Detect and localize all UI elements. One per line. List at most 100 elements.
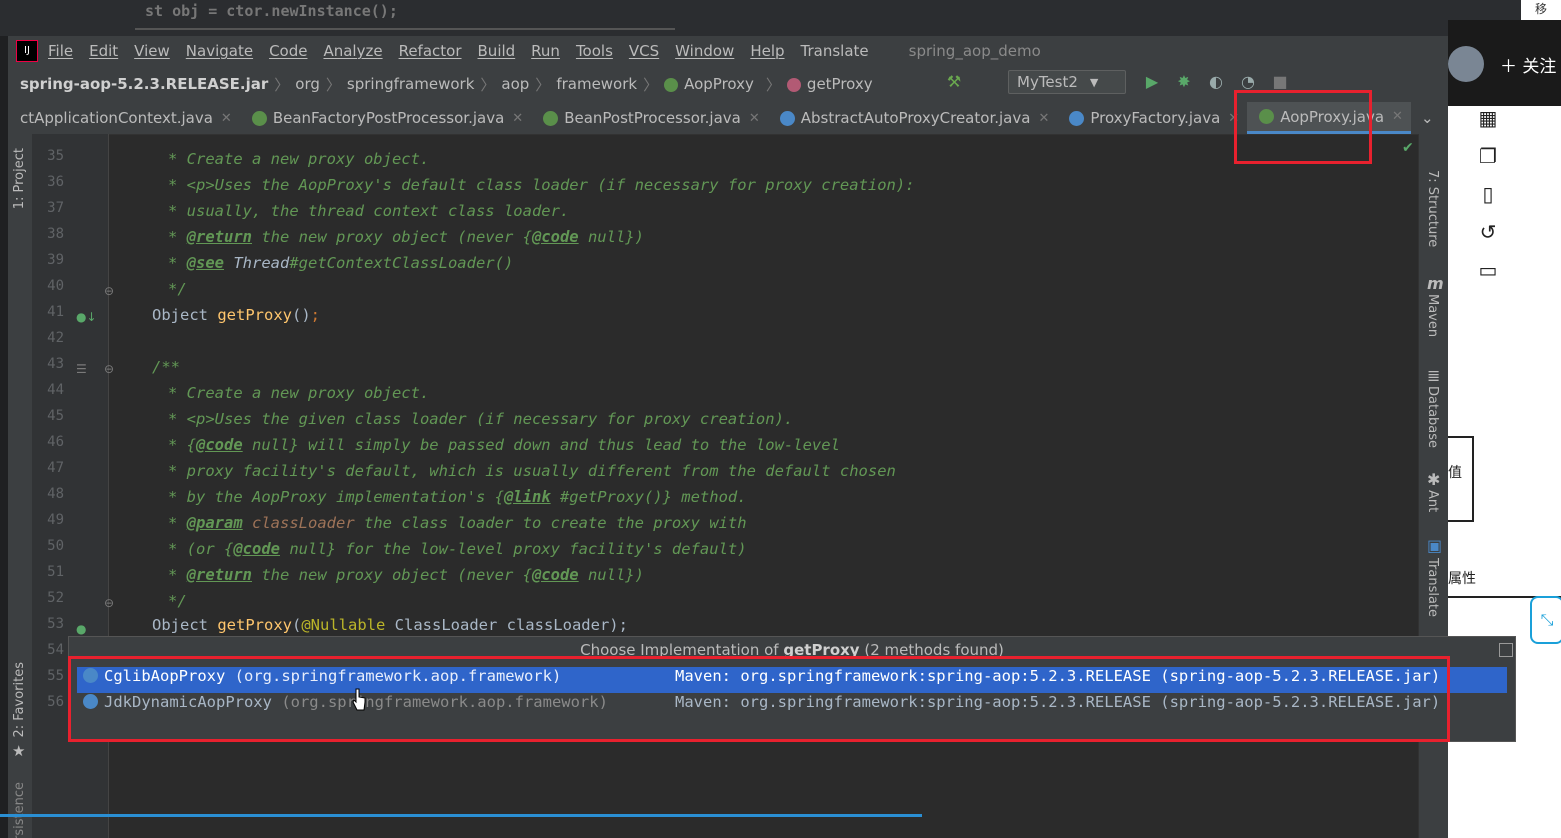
maven-icon: m xyxy=(1427,274,1444,293)
menu-translate[interactable]: Translate xyxy=(801,42,869,60)
close-icon[interactable]: ✕ xyxy=(512,111,523,126)
tab-bean-post-processor[interactable]: BeanPostProcessor.java ✕ xyxy=(531,102,768,134)
tool-window-persistence[interactable]: Persistence xyxy=(12,782,27,838)
line-number: 49 xyxy=(47,512,64,528)
translate-icon: ▣ xyxy=(1427,536,1443,555)
pin-popup-icon[interactable] xyxy=(1499,643,1513,657)
class-icon xyxy=(83,694,98,709)
code-line: * {@code null} will simply be passed dow… xyxy=(168,436,840,454)
history-icon[interactable]: ↺ xyxy=(1476,220,1500,244)
run-config-select[interactable]: MyTest2 ▼ xyxy=(1008,70,1126,94)
profiler-icon[interactable]: ◔ xyxy=(1238,72,1258,92)
menu-navigate[interactable]: Navigate xyxy=(186,42,253,60)
run-icon[interactable]: ▶ xyxy=(1142,72,1162,92)
code-line: * Create a new proxy object. xyxy=(168,150,430,168)
code-line: * @param classLoader the class loader to… xyxy=(168,514,747,532)
impl-row-cglib[interactable]: CglibAopProxy (org.springframework.aop.f… xyxy=(77,667,1507,693)
implemented-method-icon[interactable]: ●↓ xyxy=(76,310,97,324)
tool-window-project[interactable]: 1: Project xyxy=(12,148,27,209)
code-line: * by the AopProxy implementation's {@lin… xyxy=(168,488,747,506)
breadcrumb-springframework[interactable]: springframework xyxy=(347,75,474,93)
menu-view[interactable]: View xyxy=(134,42,170,60)
menu-file[interactable]: File xyxy=(48,42,73,60)
comment-icon[interactable]: ▭ xyxy=(1476,258,1500,282)
stop-icon[interactable]: ■ xyxy=(1270,72,1290,92)
web-header: ＋ 关注 xyxy=(1448,20,1561,106)
menu-bar: IJ File Edit View Navigate Code Analyze … xyxy=(8,36,1448,66)
tool-window-structure[interactable]: 7: Structure xyxy=(1425,170,1440,247)
breadcrumb: spring-aop-5.2.3.RELEASE.jar 〉 org 〉 sprin… xyxy=(8,74,885,95)
close-icon[interactable]: ✕ xyxy=(1038,111,1049,126)
line-number: 51 xyxy=(47,564,64,580)
code-line: Object getProxy(@Nullable ClassLoader cl… xyxy=(152,616,628,634)
menu-edit[interactable]: Edit xyxy=(89,42,118,60)
tool-window-database[interactable]: Database xyxy=(1425,386,1440,448)
code-line: * <p>Uses the AopProxy's default class l… xyxy=(168,176,915,194)
tab-abstract-auto-proxy-creator[interactable]: AbstractAutoProxyCreator.java ✕ xyxy=(768,102,1058,134)
breadcrumb-framework[interactable]: framework xyxy=(556,75,637,93)
hand-cursor-icon xyxy=(352,688,366,711)
doc-toggle-icon[interactable]: ☰ xyxy=(76,362,87,376)
tool-window-maven[interactable]: Maven xyxy=(1425,294,1440,337)
code-line: * @return the new proxy object (never {@… xyxy=(168,566,644,584)
tool-window-translate[interactable]: Translate xyxy=(1425,558,1440,617)
calendar-icon[interactable]: ▦ xyxy=(1476,106,1500,130)
tool-window-ant[interactable]: Ant xyxy=(1425,490,1440,512)
tab-proxy-factory[interactable]: ProxyFactory.java ✕ xyxy=(1057,102,1247,134)
line-number: 43 xyxy=(47,356,64,372)
class-icon xyxy=(779,110,795,126)
debug-icon[interactable]: ✸ xyxy=(1174,72,1194,92)
close-icon[interactable]: ✕ xyxy=(1228,111,1239,126)
tab-application-context[interactable]: ctApplicationContext.java ✕ xyxy=(8,102,240,134)
line-number: 54 xyxy=(47,642,64,658)
project-title: spring_aop_demo xyxy=(908,42,1041,60)
line-number: 52 xyxy=(47,590,64,606)
line-number: 53 xyxy=(47,616,64,632)
breadcrumb-aop[interactable]: aop xyxy=(501,75,529,93)
line-number: 37 xyxy=(47,200,64,216)
line-number: 42 xyxy=(47,330,64,346)
menu-code[interactable]: Code xyxy=(269,42,307,60)
implemented-method-icon[interactable]: ● xyxy=(76,622,86,636)
breadcrumb-org[interactable]: org xyxy=(295,75,320,93)
checkmark-icon: ✔ xyxy=(1402,140,1414,156)
phone-icon: 移 xyxy=(1521,0,1561,20)
code-line: * (or {@code null} for the low-level pro… xyxy=(168,540,747,558)
code-line: * Create a new proxy object. xyxy=(168,384,430,402)
copy-icon[interactable]: ❐ xyxy=(1476,144,1500,168)
close-icon[interactable]: ✕ xyxy=(1392,109,1403,124)
follow-button[interactable]: ＋ 关注 xyxy=(1500,52,1556,77)
partial-box: 值 xyxy=(1448,436,1474,522)
tab-overflow-chevron-icon[interactable]: ⌄ xyxy=(1411,102,1442,134)
menu-run[interactable]: Run xyxy=(531,42,560,60)
breadcrumb-class[interactable]: AopProxy xyxy=(664,75,760,93)
tool-window-favorites[interactable]: 2: Favorites xyxy=(12,662,27,738)
menu-analyze[interactable]: Analyze xyxy=(323,42,382,60)
breadcrumb-method[interactable]: getProxy xyxy=(786,75,879,93)
close-icon[interactable]: ✕ xyxy=(749,111,760,126)
menu-window[interactable]: Window xyxy=(675,42,734,60)
code-line: * usually, the thread context class load… xyxy=(168,202,570,220)
line-number: 46 xyxy=(47,434,64,450)
menu-tools[interactable]: Tools xyxy=(576,42,613,60)
class-icon xyxy=(1069,110,1085,126)
close-icon[interactable]: ✕ xyxy=(221,111,232,126)
tab-aop-proxy[interactable]: AopProxy.java ✕ xyxy=(1247,102,1411,134)
build-hammer-icon[interactable]: ⚒ xyxy=(944,72,964,92)
menu-help[interactable]: Help xyxy=(750,42,784,60)
exit-fullscreen-icon[interactable]: ⤡ xyxy=(1530,596,1561,644)
menu-build[interactable]: Build xyxy=(478,42,516,60)
menu-refactor[interactable]: Refactor xyxy=(399,42,462,60)
line-number: 38 xyxy=(47,226,64,242)
document-icon[interactable]: ▯ xyxy=(1476,182,1500,206)
editor-tabs: ctApplicationContext.java ✕ BeanFactoryPo… xyxy=(8,102,1448,135)
breadcrumb-jar[interactable]: spring-aop-5.2.3.RELEASE.jar xyxy=(20,75,268,93)
coverage-icon[interactable]: ◐ xyxy=(1206,72,1226,92)
menu-vcs[interactable]: VCS xyxy=(629,42,659,60)
interface-icon xyxy=(251,110,267,126)
avatar[interactable] xyxy=(1448,46,1484,82)
tab-bean-factory-post-processor[interactable]: BeanFactoryPostProcessor.java ✕ xyxy=(240,102,531,134)
impl-row-jdk-dynamic[interactable]: JdkDynamicAopProxy (org.springframework.… xyxy=(77,693,1507,719)
left-tool-window-bar: 1: Project 2: Favorites ★ Persistence xyxy=(8,134,33,838)
line-number: 55 xyxy=(47,668,64,684)
